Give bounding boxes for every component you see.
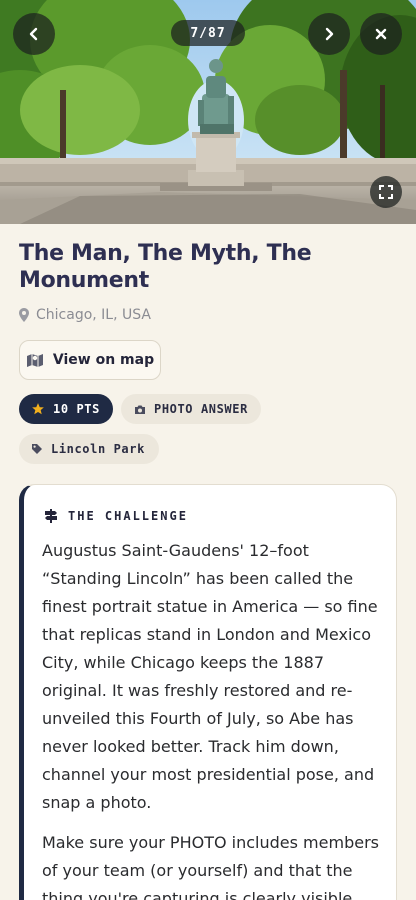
card-body: Augustus Saint-Gaudens' 12–foot “Standin… <box>42 537 388 900</box>
close-icon <box>375 28 387 40</box>
map-pin-icon <box>19 308 29 322</box>
location-text: Chicago, IL, USA <box>36 307 151 323</box>
counter-separator: / <box>199 25 208 41</box>
hero-photo: 7 / 87 <box>0 0 416 224</box>
star-icon <box>32 403 44 415</box>
photo-instructions: Make sure your PHOTO includes members of… <box>42 833 379 900</box>
card-heading: THE CHALLENGE <box>68 509 188 523</box>
counter-total: 87 <box>208 25 226 41</box>
card-header: THE CHALLENGE <box>44 509 188 523</box>
map-icon <box>26 354 43 367</box>
challenge-description: Augustus Saint-Gaudens' 12–foot “Standin… <box>42 541 378 812</box>
points-badge: 10 PTS <box>19 394 113 424</box>
fullscreen-button[interactable] <box>370 176 402 208</box>
challenge-title: The Man, The Myth, The Monument <box>19 241 312 293</box>
location-tag[interactable]: Lincoln Park <box>19 434 159 464</box>
chevron-left-icon <box>29 27 38 41</box>
view-on-map-button[interactable]: View on map <box>19 340 161 380</box>
close-button[interactable] <box>360 13 402 55</box>
tag-icon <box>32 444 42 454</box>
answer-type-badge: PHOTO ANSWER <box>121 394 261 424</box>
photo-counter: 7 / 87 <box>171 20 245 46</box>
view-on-map-label: View on map <box>52 352 155 368</box>
next-button[interactable] <box>308 13 350 55</box>
fullscreen-icon <box>379 185 393 199</box>
signpost-icon <box>45 509 57 523</box>
location: Chicago, IL, USA <box>19 307 151 323</box>
camera-icon <box>135 405 145 414</box>
chevron-right-icon <box>325 27 334 41</box>
counter-current: 7 <box>190 25 200 41</box>
points-label: 10 PTS <box>53 402 100 416</box>
challenge-card: THE CHALLENGE Augustus Saint-Gaudens' 12… <box>19 484 397 900</box>
answer-type-label: PHOTO ANSWER <box>154 402 248 416</box>
tag-label: Lincoln Park <box>51 442 145 456</box>
back-button[interactable] <box>13 13 55 55</box>
